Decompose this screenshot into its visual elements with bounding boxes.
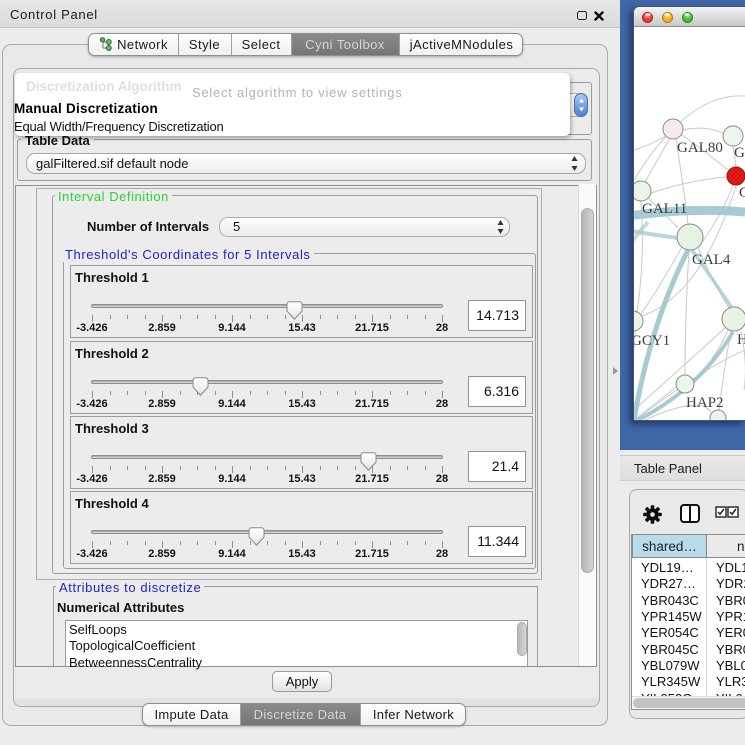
svg-text:C: C [739,185,745,201]
svg-text:GCY1: GCY1 [634,333,670,349]
svg-text:GAL11: GAL11 [642,201,687,217]
svg-text:HAP2: HAP2 [686,395,724,411]
svg-text:G.: G. [734,145,745,161]
svg-text:H: H [737,332,745,348]
svg-text:GAL80: GAL80 [677,140,723,156]
svg-text:GAL4: GAL4 [692,252,731,268]
